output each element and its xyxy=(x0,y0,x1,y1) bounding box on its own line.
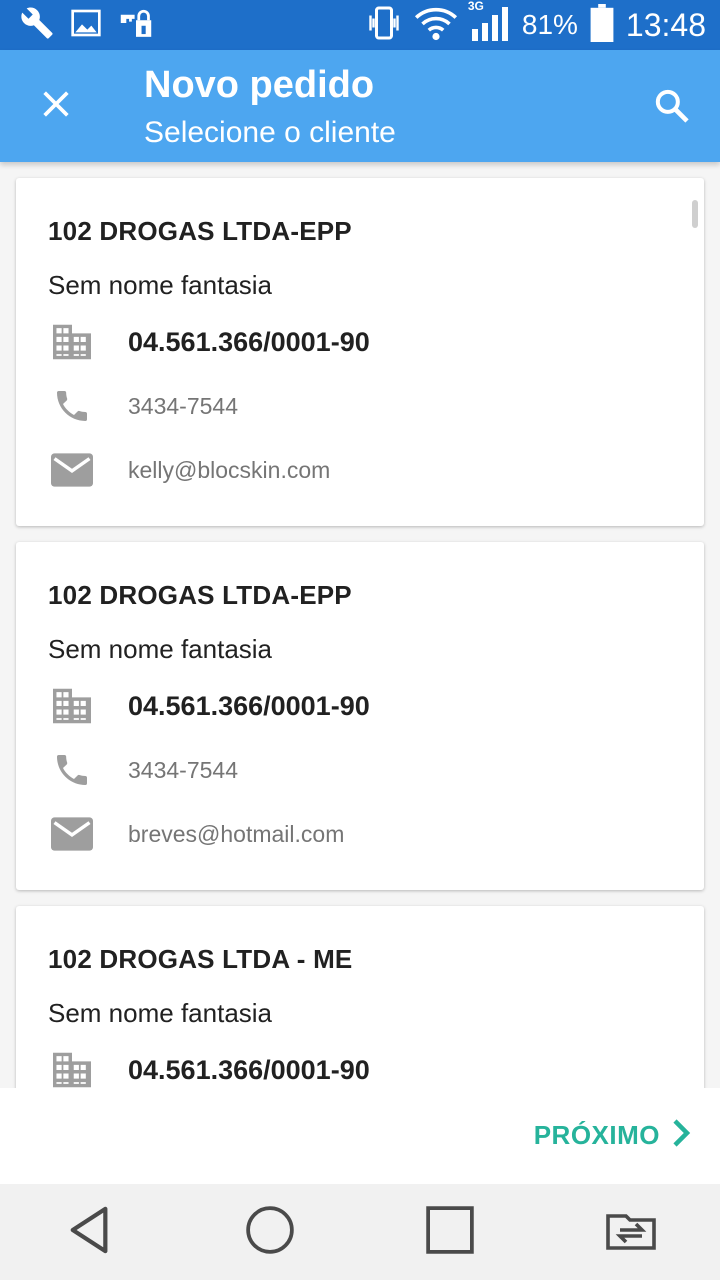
client-phone: 3434-7544 xyxy=(128,392,238,419)
wifi-icon xyxy=(414,5,458,46)
email-row: breves@hotmail.com xyxy=(48,812,668,856)
vpn-key-icon xyxy=(118,6,154,45)
battery-icon xyxy=(590,3,614,47)
building-icon xyxy=(48,320,96,364)
client-fantasy-name: Sem nome fantasia xyxy=(48,270,273,300)
close-button[interactable] xyxy=(26,78,86,134)
client-card[interactable]: 102 DROGAS LTDA-EPP Sem nome fantasia 04… xyxy=(16,178,704,526)
close-icon xyxy=(39,87,73,126)
scrollbar[interactable] xyxy=(692,200,698,228)
next-button-label: PRÓXIMO xyxy=(533,1120,660,1150)
phone-icon xyxy=(48,384,96,428)
back-button[interactable] xyxy=(50,1192,130,1272)
search-icon xyxy=(652,86,692,131)
email-icon xyxy=(48,448,96,492)
vibrate-icon xyxy=(366,4,402,47)
client-card[interactable]: 102 DROGAS LTDA - ME Sem nome fantasia 0… xyxy=(16,906,704,1088)
footer: PRÓXIMO xyxy=(0,1088,720,1184)
cnpj-row: 04.561.366/0001-90 xyxy=(48,320,668,364)
email-icon xyxy=(48,812,96,856)
navigation-bar xyxy=(0,1184,720,1280)
next-button[interactable]: PRÓXIMO xyxy=(534,1118,692,1153)
network-type-label: 3G xyxy=(467,0,484,13)
home-icon xyxy=(245,1205,295,1260)
phone-icon xyxy=(48,748,96,792)
client-name: 102 DROGAS LTDA-EPP xyxy=(48,216,352,246)
chevron-right-icon xyxy=(670,1118,692,1153)
recents-icon xyxy=(425,1205,475,1260)
status-bar: 3G 81% 13:48 xyxy=(0,0,720,50)
phone-row: 3434-7544 xyxy=(48,748,668,792)
client-cnpj: 04.561.366/0001-90 xyxy=(128,1054,370,1085)
page-title: Novo pedido xyxy=(144,64,375,106)
client-email: breves@hotmail.com xyxy=(128,820,345,847)
phone-row: 3434-7544 xyxy=(48,384,668,428)
client-fantasy-name: Sem nome fantasia xyxy=(48,998,273,1028)
app-bar: Novo pedido Selecione o cliente xyxy=(0,50,720,162)
building-icon xyxy=(48,1048,96,1088)
image-icon xyxy=(70,7,102,44)
cnpj-row: 04.561.366/0001-90 xyxy=(48,1048,668,1088)
client-name: 102 DROGAS LTDA - ME xyxy=(48,944,353,974)
client-card[interactable]: 102 DROGAS LTDA-EPP Sem nome fantasia 04… xyxy=(16,542,704,890)
page-subtitle: Selecione o cliente xyxy=(144,116,396,149)
recents-button[interactable] xyxy=(410,1192,490,1272)
client-list[interactable]: 102 DROGAS LTDA-EPP Sem nome fantasia 04… xyxy=(0,162,720,1088)
back-icon xyxy=(67,1205,113,1260)
client-phone: 3434-7544 xyxy=(128,756,238,783)
wrench-icon xyxy=(20,6,54,45)
battery-percent: 81% xyxy=(521,9,578,40)
search-button[interactable] xyxy=(642,80,702,136)
client-cnpj: 04.561.366/0001-90 xyxy=(128,326,370,357)
switch-app-icon xyxy=(600,1208,660,1257)
clock: 13:48 xyxy=(625,6,706,43)
email-row: kelly@blocskin.com xyxy=(48,448,668,492)
client-email: kelly@blocskin.com xyxy=(128,456,331,483)
cnpj-row: 04.561.366/0001-90 xyxy=(48,684,668,728)
building-icon xyxy=(48,684,96,728)
client-name: 102 DROGAS LTDA-EPP xyxy=(48,580,352,610)
switch-app-button[interactable] xyxy=(590,1192,670,1272)
client-cnpj: 04.561.366/0001-90 xyxy=(128,690,370,721)
signal-icon: 3G xyxy=(468,0,510,46)
home-button[interactable] xyxy=(230,1192,310,1272)
client-fantasy-name: Sem nome fantasia xyxy=(48,634,273,664)
